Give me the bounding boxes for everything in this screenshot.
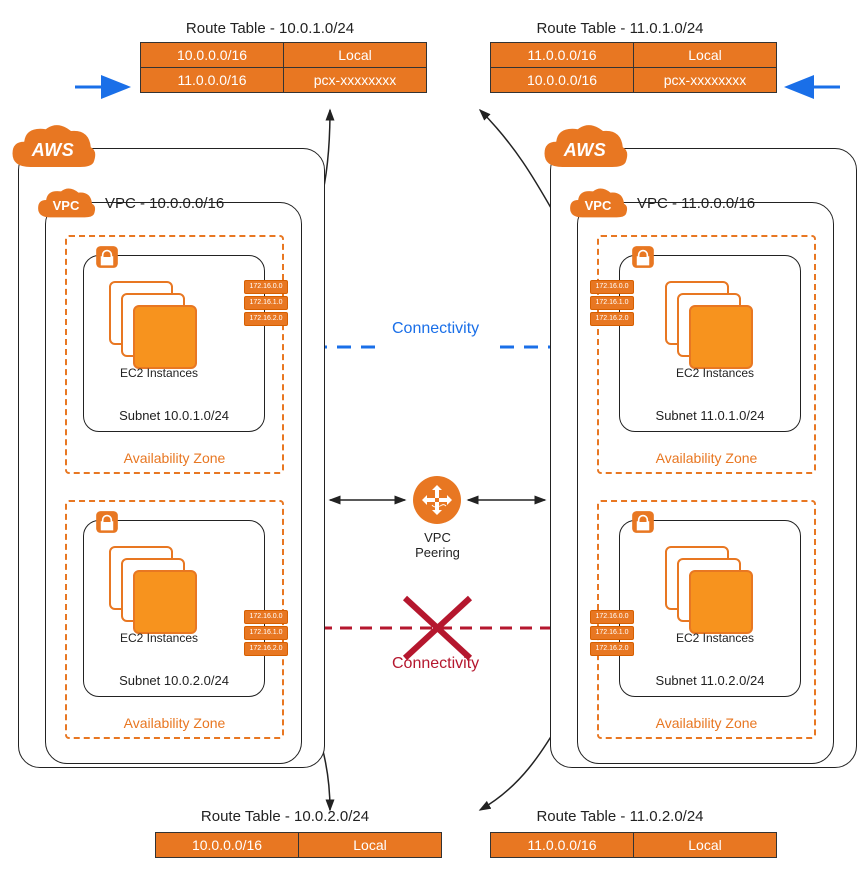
subnet-right-2: EC2 Instances Subnet 11.0.2.0/24	[619, 520, 801, 697]
az-right-1: Availability Zone EC2 Instances Subnet 1…	[597, 235, 816, 474]
lock-icon	[94, 509, 120, 535]
vpc-cidr-left: VPC - 10.0.0.0/16	[105, 195, 224, 212]
vpc-peering-icon	[412, 475, 462, 525]
route-table-icon-right-2: 172.16.0.0 172.16.1.0 172.16.2.0	[590, 610, 632, 654]
connectivity-ok-label: Connectivity	[392, 320, 479, 338]
route-table-title-top-right: Route Table - 11.0.1.0/24	[490, 20, 750, 37]
route-table-bottom-right: 11.0.0.0/16Local	[490, 832, 777, 858]
route-table-top-left: 10.0.0.0/16Local 11.0.0.0/16pcx-xxxxxxxx	[140, 42, 427, 93]
az-left-1: Availability Zone EC2 Instances Subnet 1…	[65, 235, 284, 474]
subnet-right-1: EC2 Instances Subnet 11.0.1.0/24	[619, 255, 801, 432]
vpc-cloud-icon-left: VPC	[35, 185, 97, 225]
route-table-title-bottom-left: Route Table - 10.0.2.0/24	[155, 808, 415, 825]
lock-icon	[94, 244, 120, 270]
route-table-icon-right-1: 172.16.0.0 172.16.1.0 172.16.2.0	[590, 280, 632, 324]
route-table-top-right: 11.0.0.0/16Local 10.0.0.0/16pcx-xxxxxxxx	[490, 42, 777, 93]
route-table-title-bottom-right: Route Table - 11.0.2.0/24	[490, 808, 750, 825]
aws-cloud-icon-left: AWS	[8, 122, 98, 176]
vpc-cidr-right: VPC - 11.0.0.0/16	[637, 195, 755, 212]
connectivity-blocked-label: Connectivity	[392, 655, 479, 673]
vpc-peering-label: VPC Peering	[405, 530, 470, 560]
subnet-left-1: EC2 Instances Subnet 10.0.1.0/24	[83, 255, 265, 432]
aws-cloud-icon-right: AWS	[540, 122, 630, 176]
route-table-icon-left-2: 172.16.0.0 172.16.1.0 172.16.2.0	[244, 610, 286, 654]
route-table-icon-left-1: 172.16.0.0 172.16.1.0 172.16.2.0	[244, 280, 286, 324]
route-table-title-top-left: Route Table - 10.0.1.0/24	[140, 20, 400, 37]
lock-icon	[630, 509, 656, 535]
subnet-left-2: EC2 Instances Subnet 10.0.2.0/24	[83, 520, 265, 697]
lock-icon	[630, 244, 656, 270]
vpc-cloud-icon-right: VPC	[567, 185, 629, 225]
route-table-bottom-left: 10.0.0.0/16Local	[155, 832, 442, 858]
